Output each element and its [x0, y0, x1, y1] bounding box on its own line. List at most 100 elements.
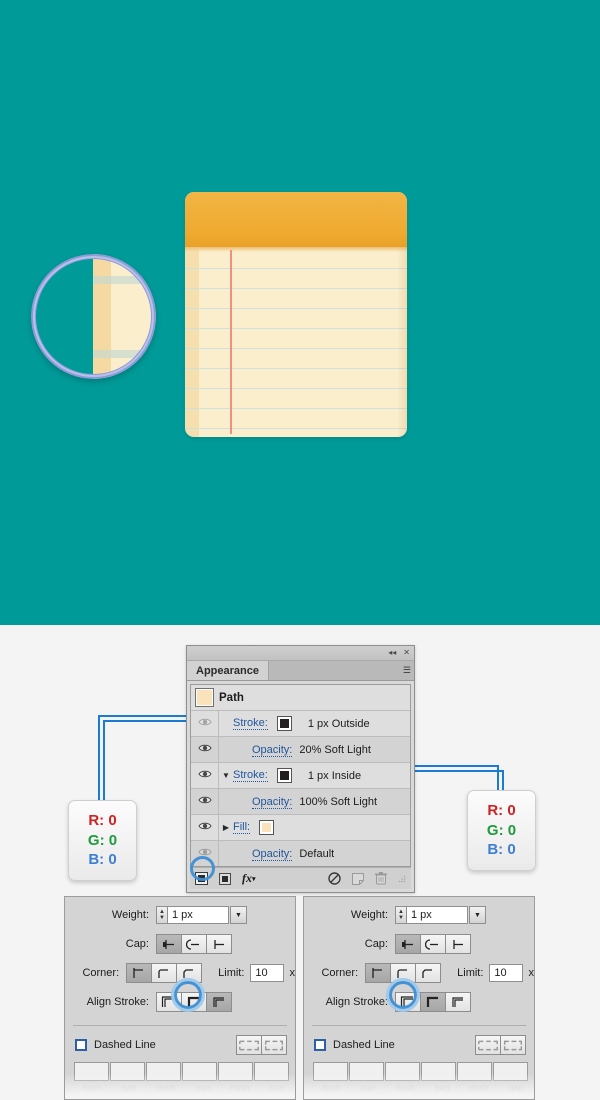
- visibility-toggle[interactable]: [191, 789, 219, 814]
- visibility-eye-icon[interactable]: [197, 769, 212, 782]
- weight-label: Weight:: [350, 909, 388, 921]
- panel-body: Path Stroke: 1 px Outside Opacity: 20% Soft …: [187, 681, 414, 892]
- cap-row: Cap:: [65, 933, 295, 955]
- callout-left-b: B: 0: [88, 851, 117, 869]
- visibility-eye-icon[interactable]: [197, 821, 212, 834]
- corner-button-option-2[interactable]: [415, 963, 442, 983]
- property-label[interactable]: Stroke:: [233, 717, 268, 730]
- dash-adjust-corners-icon[interactable]: [261, 1035, 287, 1055]
- magnifier-ring-highlight: [33, 256, 154, 377]
- visibility-toggle[interactable]: [191, 815, 219, 840]
- property-label[interactable]: Opacity:: [252, 743, 293, 757]
- panel-menu-icon[interactable]: ☰: [403, 665, 411, 676]
- appearance-row[interactable]: Opacity: 20% Soft Light: [191, 737, 410, 763]
- cap-row: Cap:: [304, 933, 534, 955]
- cap-button-option-0[interactable]: [395, 934, 421, 954]
- limit-label: Limit:: [218, 967, 245, 979]
- duplicate-item-icon[interactable]: [352, 872, 364, 885]
- tab-appearance[interactable]: Appearance: [187, 661, 269, 680]
- fx-label: fx: [242, 871, 252, 885]
- weight-dropdown-icon[interactable]: ▼: [230, 906, 247, 924]
- callout-left-rgb: R: 0 G: 0 B: 0: [68, 800, 137, 881]
- cap-button-option-2[interactable]: [206, 934, 232, 954]
- cap-button-option-1[interactable]: [420, 934, 446, 954]
- cap-button-option-1[interactable]: [181, 934, 207, 954]
- corner-button-option-0[interactable]: [126, 963, 153, 983]
- appearance-row[interactable]: Opacity: Default: [191, 841, 410, 866]
- notepad-rule-line: [185, 348, 407, 349]
- appearance-object-row[interactable]: Path: [191, 685, 410, 711]
- weight-input[interactable]: 1 px: [407, 906, 468, 924]
- property-value: Default: [299, 847, 335, 860]
- align-stroke-button-option-1[interactable]: [420, 992, 446, 1012]
- visibility-toggle[interactable]: [191, 737, 219, 762]
- property-label[interactable]: Fill:: [233, 821, 251, 834]
- limit-input[interactable]: 10: [489, 964, 523, 982]
- notepad-rule-line: [185, 388, 407, 389]
- notepad-rule-line: [185, 268, 407, 269]
- align-stroke-label: Align Stroke:: [325, 996, 388, 1008]
- close-icon[interactable]: ✕: [403, 649, 410, 657]
- panel-divider: [312, 1025, 526, 1026]
- illustration-area: [0, 0, 600, 625]
- dash-adjust-corners-icon[interactable]: [500, 1035, 526, 1055]
- magnifier-circle: [31, 254, 156, 379]
- property-label[interactable]: Stroke:: [233, 769, 268, 782]
- disclosure-triangle[interactable]: ▶: [219, 823, 233, 832]
- object-thumbnail: [195, 688, 214, 707]
- collapse-icon[interactable]: ◂◂: [388, 649, 396, 657]
- panel-fade-out: [304, 1073, 534, 1099]
- property-label[interactable]: Opacity:: [252, 847, 293, 861]
- panel-fade-out: [65, 1073, 295, 1099]
- highlight-ring-align-inside-glow: [386, 978, 420, 1012]
- screenshot-root: ◂◂ ✕ Appearance ☰ Path Stroke: 1 px Outsid…: [0, 0, 600, 1100]
- appearance-list: Path Stroke: 1 px Outside Opacity: 20% Soft …: [190, 684, 411, 867]
- corner-button-option-0[interactable]: [365, 963, 392, 983]
- visibility-eye-icon[interactable]: [197, 717, 212, 730]
- corner-label: Corner:: [321, 967, 359, 979]
- align-stroke-button-option-2[interactable]: [445, 992, 471, 1012]
- dashed-line-row: Dashed Line: [75, 1034, 295, 1056]
- dash-alignment-buttons: [236, 1035, 287, 1055]
- dash-preserve-exact-icon[interactable]: [236, 1035, 262, 1055]
- disclosure-triangle[interactable]: ▼: [219, 771, 233, 780]
- visibility-toggle[interactable]: [191, 711, 219, 736]
- cap-button-option-2[interactable]: [445, 934, 471, 954]
- callout-right-g: G: 0: [486, 821, 517, 839]
- dashed-line-checkbox[interactable]: [75, 1039, 87, 1051]
- dashed-line-checkbox[interactable]: [314, 1039, 326, 1051]
- notepad-icon: [185, 192, 407, 437]
- property-label[interactable]: Opacity:: [252, 795, 293, 809]
- callout-right-b: B: 0: [487, 841, 516, 859]
- align-stroke-label: Align Stroke:: [86, 996, 149, 1008]
- appearance-row[interactable]: Opacity: 100% Soft Light: [191, 789, 410, 815]
- resize-grip-icon[interactable]: [398, 875, 406, 883]
- color-swatch[interactable]: [276, 716, 292, 731]
- cap-label: Cap:: [364, 938, 388, 950]
- align-stroke-button-option-2[interactable]: [206, 992, 232, 1012]
- object-title: Path: [219, 691, 244, 704]
- appearance-row[interactable]: Stroke: 1 px Outside: [191, 711, 410, 737]
- limit-unit: x: [289, 967, 296, 979]
- notepad-rule-line: [185, 308, 407, 309]
- weight-dropdown-icon[interactable]: ▼: [469, 906, 486, 924]
- weight-stepper[interactable]: ▲ ▼: [395, 906, 407, 924]
- appearance-row[interactable]: ▶ Fill:: [191, 815, 410, 841]
- clear-appearance-icon[interactable]: [328, 872, 341, 885]
- visibility-toggle[interactable]: [191, 763, 219, 788]
- dash-preserve-exact-icon[interactable]: [475, 1035, 501, 1055]
- limit-input[interactable]: 10: [250, 964, 284, 982]
- color-swatch[interactable]: [259, 820, 275, 835]
- corner-button-option-1[interactable]: [151, 963, 178, 983]
- add-new-fill-icon[interactable]: [219, 872, 231, 885]
- visibility-eye-icon[interactable]: [197, 795, 212, 808]
- visibility-eye-icon[interactable]: [197, 743, 212, 756]
- notepad-rule-line: [185, 328, 407, 329]
- cap-button-option-0[interactable]: [156, 934, 182, 954]
- weight-input[interactable]: 1 px: [168, 906, 229, 924]
- delete-item-icon[interactable]: [375, 872, 387, 885]
- color-swatch[interactable]: [276, 768, 292, 783]
- weight-stepper[interactable]: ▲ ▼: [156, 906, 168, 924]
- appearance-row[interactable]: ▼ Stroke: 1 px Inside: [191, 763, 410, 789]
- add-new-effect-icon[interactable]: fx ▾: [242, 871, 256, 886]
